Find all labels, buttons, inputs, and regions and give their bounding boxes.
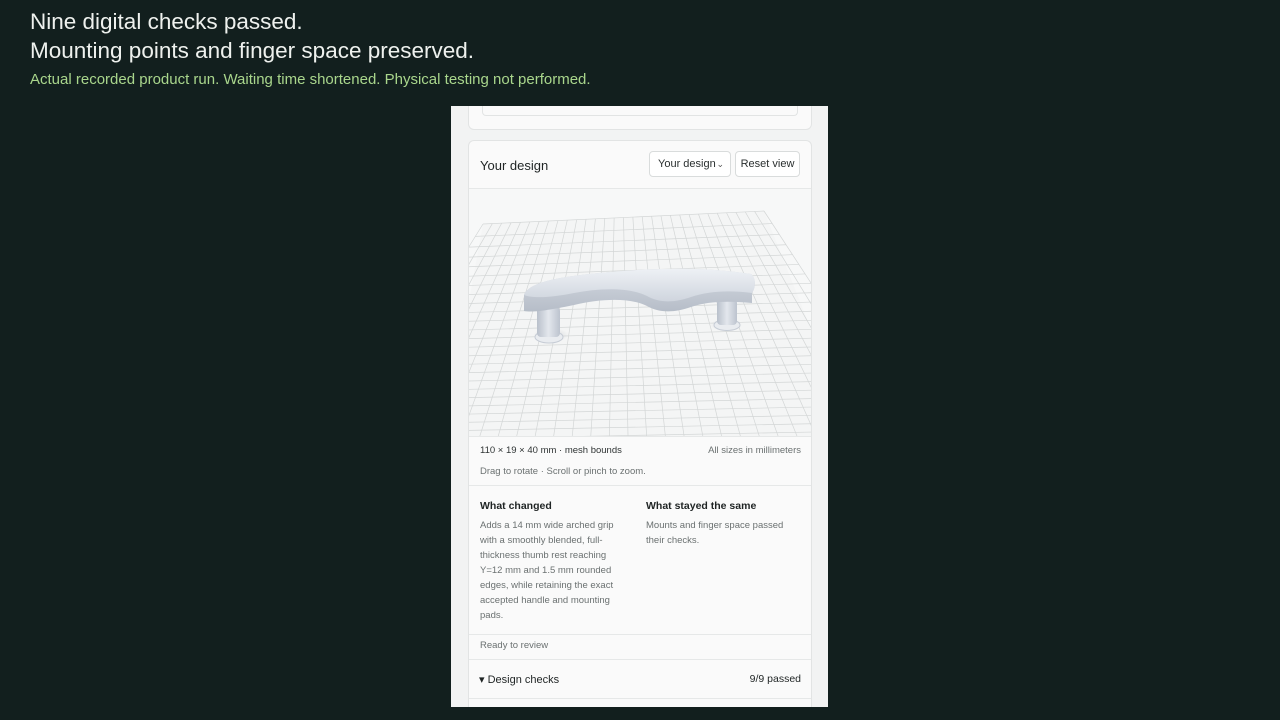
what-stayed-heading: What stayed the same	[646, 500, 757, 512]
design-checks-toggle[interactable]: ▾ Design checks 9/9 passed	[469, 660, 811, 699]
3d-viewport[interactable]	[469, 189, 811, 437]
what-changed-heading: What changed	[480, 500, 552, 512]
caption: Nine digital checks passed. Mounting poi…	[30, 8, 591, 90]
change-summary: What changed Adds a 14 mm wide arched gr…	[469, 486, 811, 635]
caption-line-2: Mounting points and finger space preserv…	[30, 37, 475, 63]
status-row: Ready to review	[469, 635, 811, 660]
what-changed-section: What changed Adds a 14 mm wide arched gr…	[480, 500, 628, 623]
card-header: Your design Your design ⌄ Reset view	[469, 141, 811, 189]
viewer-info: 110 × 19 × 40 mm · mesh bounds All sizes…	[469, 437, 811, 486]
what-stayed-body: Mounts and finger space passed their che…	[646, 520, 784, 546]
previous-card	[468, 106, 812, 130]
what-stayed-section: What stayed the same Mounts and finger s…	[646, 500, 794, 548]
status-text: Ready to review	[480, 640, 549, 651]
caption-subline: Actual recorded product run. Waiting tim…	[30, 71, 591, 88]
view-select-value: Your design	[658, 158, 716, 170]
units-note: All sizes in millimeters	[708, 445, 801, 456]
3d-scene	[469, 210, 811, 436]
app-screen: Your design Your design ⌄ Reset view 110…	[451, 106, 828, 707]
checks-count: 9/9 passed	[749, 673, 801, 685]
view-select[interactable]: Your design ⌄	[649, 151, 731, 177]
card-title: Your design	[480, 158, 549, 173]
viewer-hint: Drag to rotate · Scroll or pinch to zoom…	[480, 466, 646, 477]
design-checks-label: ▾ Design checks	[479, 674, 560, 686]
chevron-down-icon: ⌄	[716, 159, 724, 169]
reset-view-button[interactable]: Reset view	[735, 151, 800, 177]
mesh-bounds: 110 × 19 × 40 mm · mesh bounds	[480, 445, 622, 456]
what-changed-body: Adds a 14 mm wide arched grip with a smo…	[480, 520, 614, 621]
caption-line-1: Nine digital checks passed.	[30, 9, 303, 34]
design-card: Your design Your design ⌄ Reset view 110…	[468, 140, 812, 707]
